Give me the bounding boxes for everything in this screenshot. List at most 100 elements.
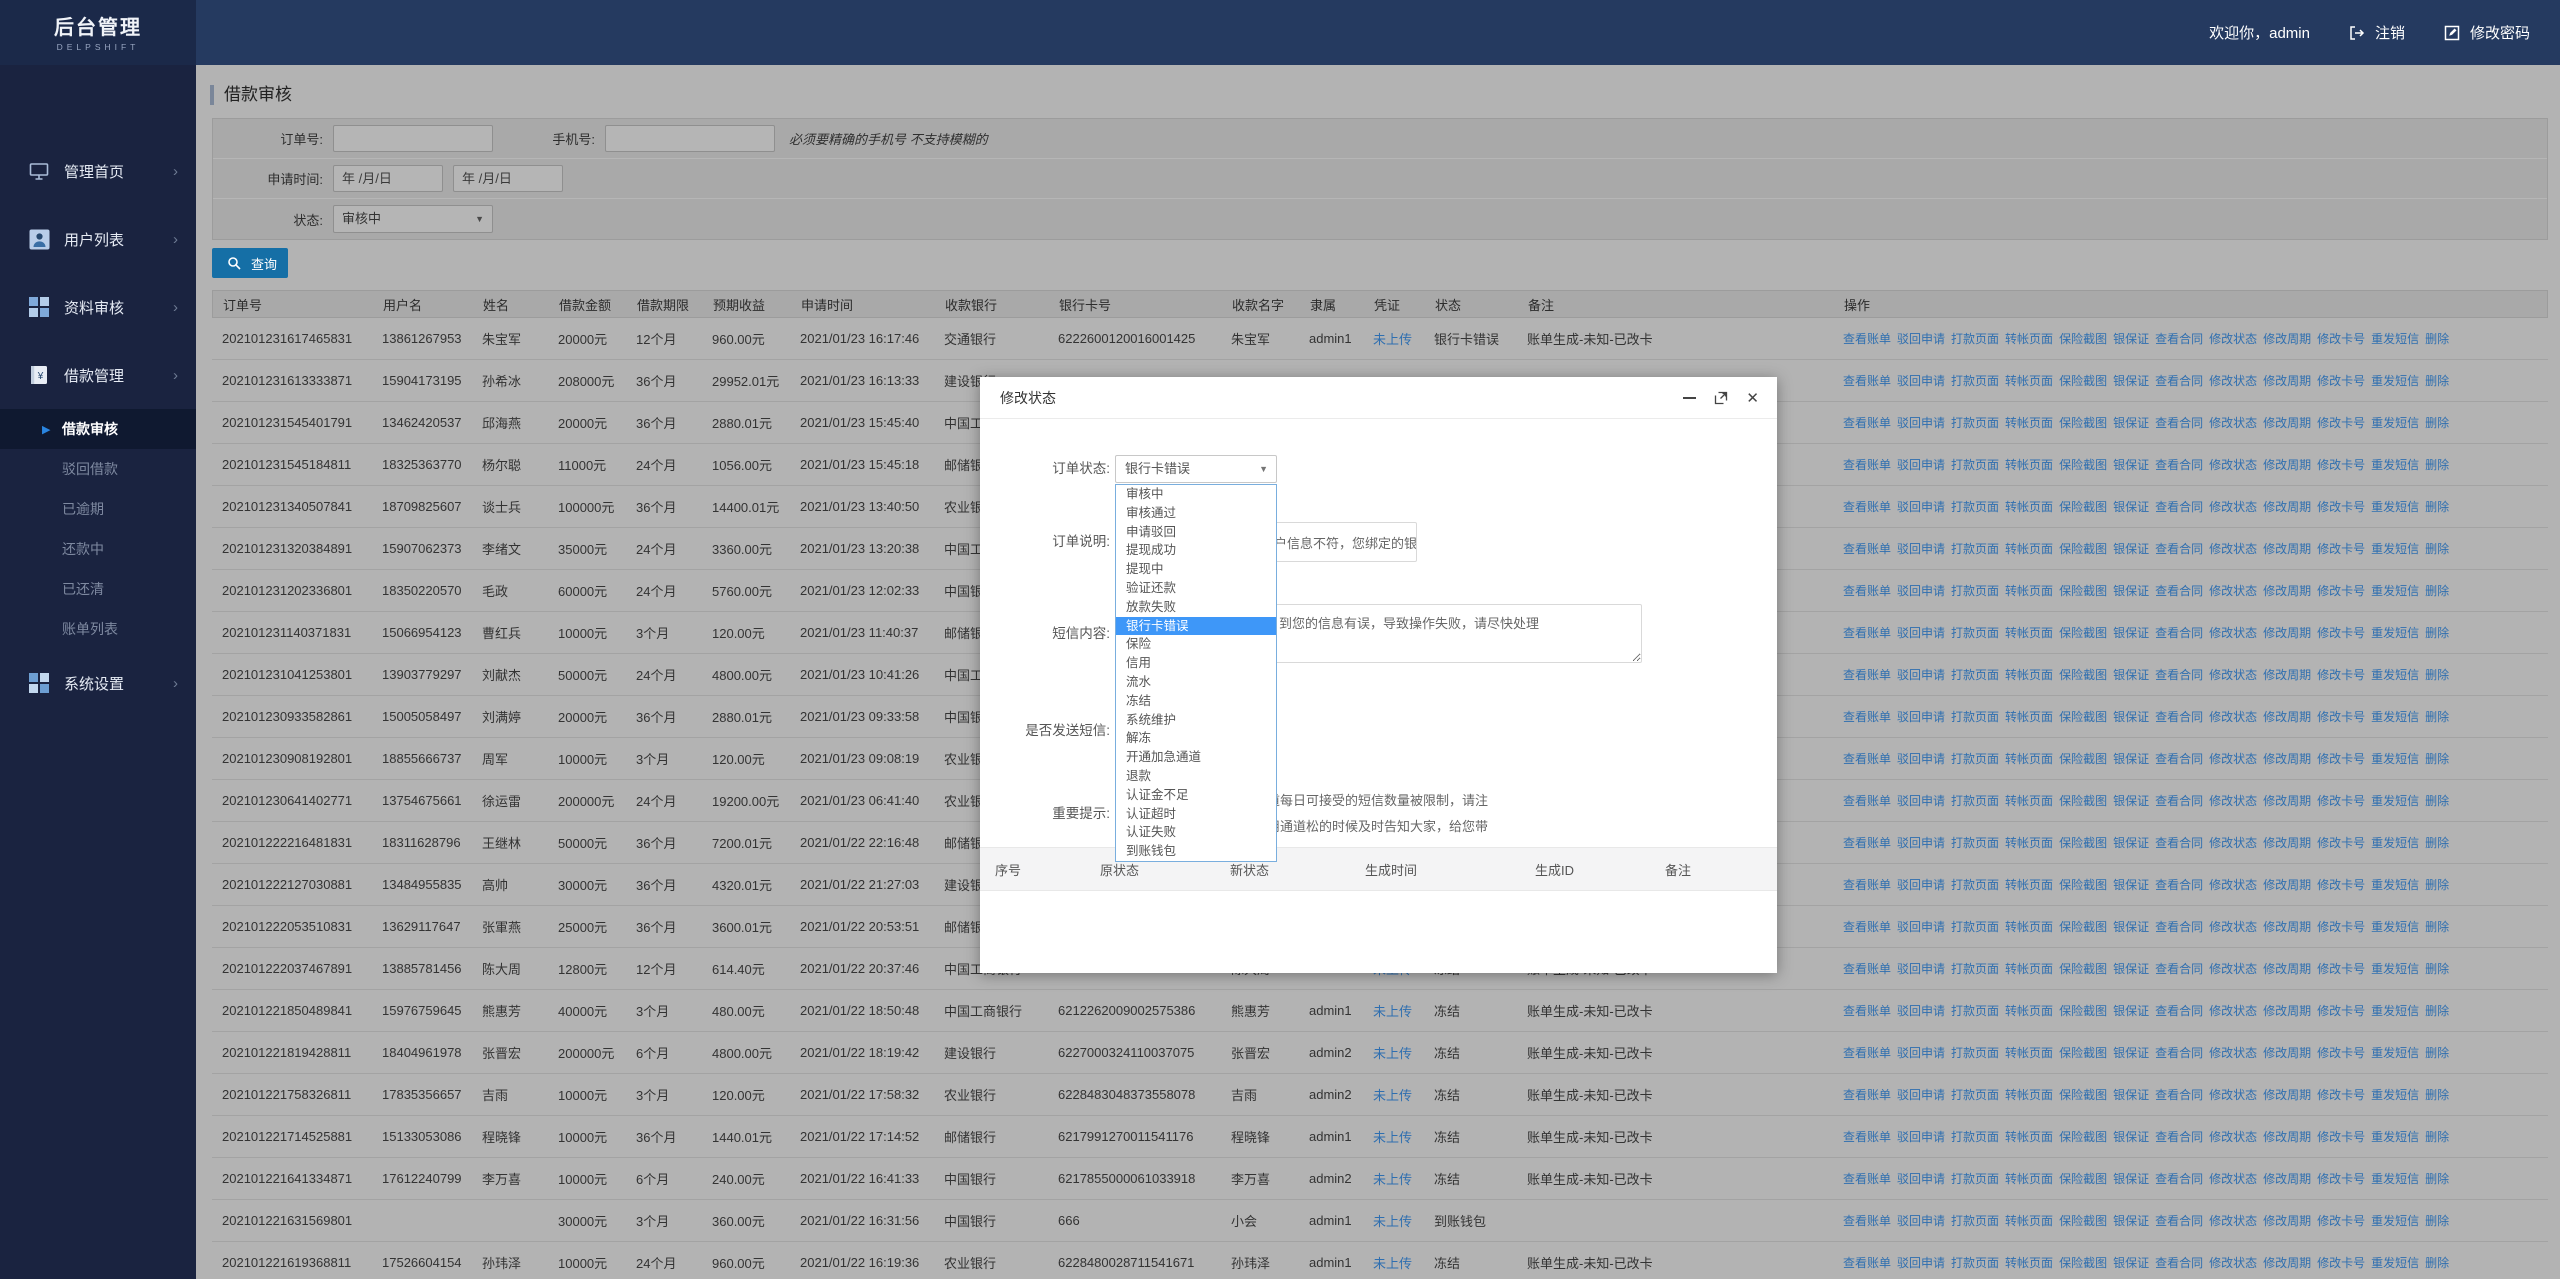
row-action-link[interactable]: 转帐页面 (2005, 1004, 2053, 1018)
row-action-link[interactable]: 打款页面 (1951, 878, 1999, 892)
row-action-link[interactable]: 银保证 (2113, 1004, 2149, 1018)
row-action-link[interactable]: 修改卡号 (2317, 626, 2365, 640)
sidebar-subitem[interactable]: 账单列表 (0, 609, 196, 649)
row-action-link[interactable]: 打款页面 (1951, 1214, 1999, 1228)
row-action-link[interactable]: 保险截图 (2059, 500, 2107, 514)
row-action-link[interactable]: 打款页面 (1951, 836, 1999, 850)
row-action-link[interactable]: 驳回申请 (1897, 1130, 1945, 1144)
row-action-link[interactable]: 银保证 (2113, 500, 2149, 514)
row-action-link[interactable]: 修改卡号 (2317, 668, 2365, 682)
row-action-link[interactable]: 查看账单 (1843, 416, 1891, 430)
row-action-link[interactable]: 修改状态 (2209, 626, 2257, 640)
sidebar-subitem[interactable]: 已还清 (0, 569, 196, 609)
row-action-link[interactable]: 转帐页面 (2005, 668, 2053, 682)
row-action-link[interactable]: 查看合同 (2155, 668, 2203, 682)
row-action-link[interactable]: 查看合同 (2155, 1256, 2203, 1270)
sidebar-item[interactable]: ¥借款管理› (0, 341, 196, 409)
row-action-link[interactable]: 修改周期 (2263, 1172, 2311, 1186)
row-action-link[interactable]: 删除 (2425, 752, 2449, 766)
row-action-link[interactable]: 银保证 (2113, 710, 2149, 724)
row-action-link[interactable]: 打款页面 (1951, 752, 1999, 766)
row-action-link[interactable]: 重发短信 (2371, 920, 2419, 934)
row-action-link[interactable]: 修改状态 (2209, 710, 2257, 724)
row-action-link[interactable]: 重发短信 (2371, 794, 2419, 808)
row-action-link[interactable]: 重发短信 (2371, 962, 2419, 976)
row-action-link[interactable]: 银保证 (2113, 332, 2149, 346)
row-action-link[interactable]: 保险截图 (2059, 962, 2107, 976)
row-action-link[interactable]: 打款页面 (1951, 1088, 1999, 1102)
row-action-link[interactable]: 打款页面 (1951, 1130, 1999, 1144)
row-action-link[interactable]: 查看账单 (1843, 710, 1891, 724)
row-action-link[interactable]: 删除 (2425, 878, 2449, 892)
row-action-link[interactable]: 打款页面 (1951, 1004, 1999, 1018)
row-action-link[interactable]: 驳回申请 (1897, 752, 1945, 766)
row-action-link[interactable]: 银保证 (2113, 374, 2149, 388)
row-action-link[interactable]: 银保证 (2113, 1046, 2149, 1060)
dropdown-option[interactable]: 验证还款 (1116, 579, 1276, 598)
row-action-link[interactable]: 查看账单 (1843, 668, 1891, 682)
row-action-link[interactable]: 保险截图 (2059, 920, 2107, 934)
row-action-link[interactable]: 删除 (2425, 374, 2449, 388)
row-action-link[interactable]: 查看账单 (1843, 1214, 1891, 1228)
row-action-link[interactable]: 修改周期 (2263, 1088, 2311, 1102)
row-action-link[interactable]: 查看合同 (2155, 1004, 2203, 1018)
row-action-link[interactable]: 查看合同 (2155, 1172, 2203, 1186)
cell-voucher[interactable]: 未上传 (1363, 1001, 1424, 1020)
sidebar-item[interactable]: 管理首页› (0, 137, 196, 205)
row-action-link[interactable]: 删除 (2425, 584, 2449, 598)
row-action-link[interactable]: 重发短信 (2371, 710, 2419, 724)
row-action-link[interactable]: 查看合同 (2155, 542, 2203, 556)
row-action-link[interactable]: 打款页面 (1951, 332, 1999, 346)
row-action-link[interactable]: 查看合同 (2155, 500, 2203, 514)
row-action-link[interactable]: 修改周期 (2263, 374, 2311, 388)
row-action-link[interactable]: 重发短信 (2371, 542, 2419, 556)
dropdown-option[interactable]: 流水 (1116, 673, 1276, 692)
row-action-link[interactable]: 转帐页面 (2005, 1046, 2053, 1060)
sidebar-subitem[interactable]: 已逾期 (0, 489, 196, 529)
row-action-link[interactable]: 重发短信 (2371, 458, 2419, 472)
row-action-link[interactable]: 驳回申请 (1897, 626, 1945, 640)
row-action-link[interactable]: 查看账单 (1843, 962, 1891, 976)
row-action-link[interactable]: 保险截图 (2059, 668, 2107, 682)
row-action-link[interactable]: 修改卡号 (2317, 794, 2365, 808)
dropdown-option[interactable]: 提现成功 (1116, 541, 1276, 560)
row-action-link[interactable]: 修改卡号 (2317, 332, 2365, 346)
row-action-link[interactable]: 删除 (2425, 1046, 2449, 1060)
row-action-link[interactable]: 保险截图 (2059, 1004, 2107, 1018)
row-action-link[interactable]: 查看合同 (2155, 374, 2203, 388)
row-action-link[interactable]: 重发短信 (2371, 752, 2419, 766)
row-action-link[interactable]: 删除 (2425, 836, 2449, 850)
dropdown-option[interactable]: 开通加急通道 (1116, 748, 1276, 767)
row-action-link[interactable]: 查看账单 (1843, 752, 1891, 766)
row-action-link[interactable]: 修改卡号 (2317, 1214, 2365, 1228)
sidebar-subitem-active[interactable]: ▶借款审核 (0, 409, 196, 449)
row-action-link[interactable]: 打款页面 (1951, 584, 1999, 598)
row-action-link[interactable]: 驳回申请 (1897, 542, 1945, 556)
row-action-link[interactable]: 银保证 (2113, 1256, 2149, 1270)
cell-voucher[interactable]: 未上传 (1363, 1043, 1424, 1062)
row-action-link[interactable]: 转帐页面 (2005, 920, 2053, 934)
cell-voucher[interactable]: 未上传 (1363, 1127, 1424, 1146)
row-action-link[interactable]: 保险截图 (2059, 332, 2107, 346)
row-action-link[interactable]: 删除 (2425, 668, 2449, 682)
row-action-link[interactable]: 银保证 (2113, 668, 2149, 682)
logout-button[interactable]: 注销 (2346, 22, 2405, 44)
row-action-link[interactable]: 删除 (2425, 920, 2449, 934)
date-to-input[interactable]: 年 /月/日 (453, 165, 563, 192)
row-action-link[interactable]: 修改卡号 (2317, 752, 2365, 766)
dropdown-option[interactable]: 保险 (1116, 635, 1276, 654)
dropdown-option[interactable]: 信用 (1116, 654, 1276, 673)
row-action-link[interactable]: 修改周期 (2263, 962, 2311, 976)
row-action-link[interactable]: 查看账单 (1843, 374, 1891, 388)
row-action-link[interactable]: 修改周期 (2263, 332, 2311, 346)
row-action-link[interactable]: 保险截图 (2059, 794, 2107, 808)
row-action-link[interactable]: 转帐页面 (2005, 500, 2053, 514)
row-action-link[interactable]: 转帐页面 (2005, 1214, 2053, 1228)
row-action-link[interactable]: 删除 (2425, 1004, 2449, 1018)
row-action-link[interactable]: 打款页面 (1951, 1172, 1999, 1186)
row-action-link[interactable]: 删除 (2425, 458, 2449, 472)
row-action-link[interactable]: 删除 (2425, 794, 2449, 808)
row-action-link[interactable]: 修改状态 (2209, 794, 2257, 808)
row-action-link[interactable]: 保险截图 (2059, 1046, 2107, 1060)
row-action-link[interactable]: 修改卡号 (2317, 416, 2365, 430)
